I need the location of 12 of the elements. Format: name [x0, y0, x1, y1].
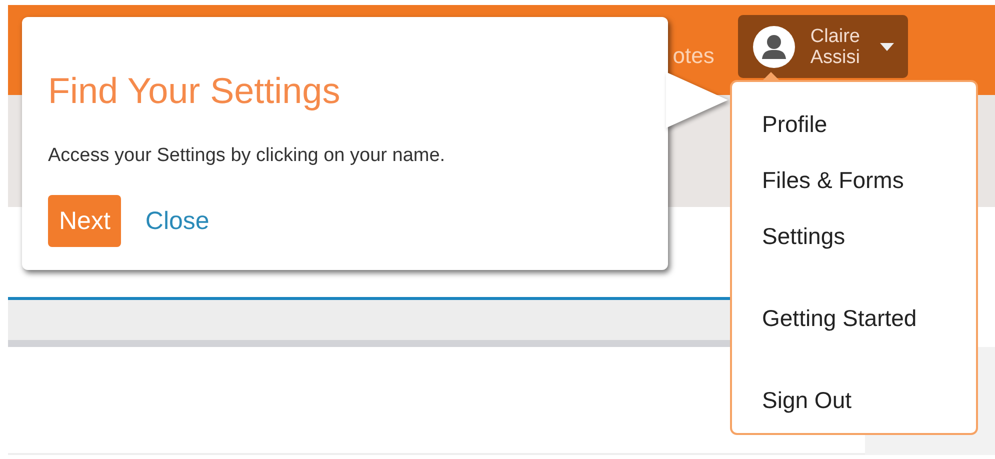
popover-text: Access your Settings by clicking on your name.: [48, 145, 446, 167]
menu-item[interactable]: Settings: [762, 220, 976, 276]
menu-item[interactable]: Files & Forms: [762, 164, 976, 220]
avatar-icon: [752, 24, 796, 68]
menu-item[interactable]: Sign Out: [762, 384, 976, 440]
user-name: Claire Assisi: [810, 26, 860, 68]
close-link[interactable]: Close: [145, 206, 210, 236]
caret-icon: [880, 42, 894, 50]
menu-item[interactable]: Profile: [762, 108, 976, 164]
menu-item[interactable]: Getting Started: [762, 302, 976, 358]
user-menu-button[interactable]: Claire Assisi: [738, 15, 908, 78]
popover-title: Find Your Settings: [48, 69, 342, 113]
